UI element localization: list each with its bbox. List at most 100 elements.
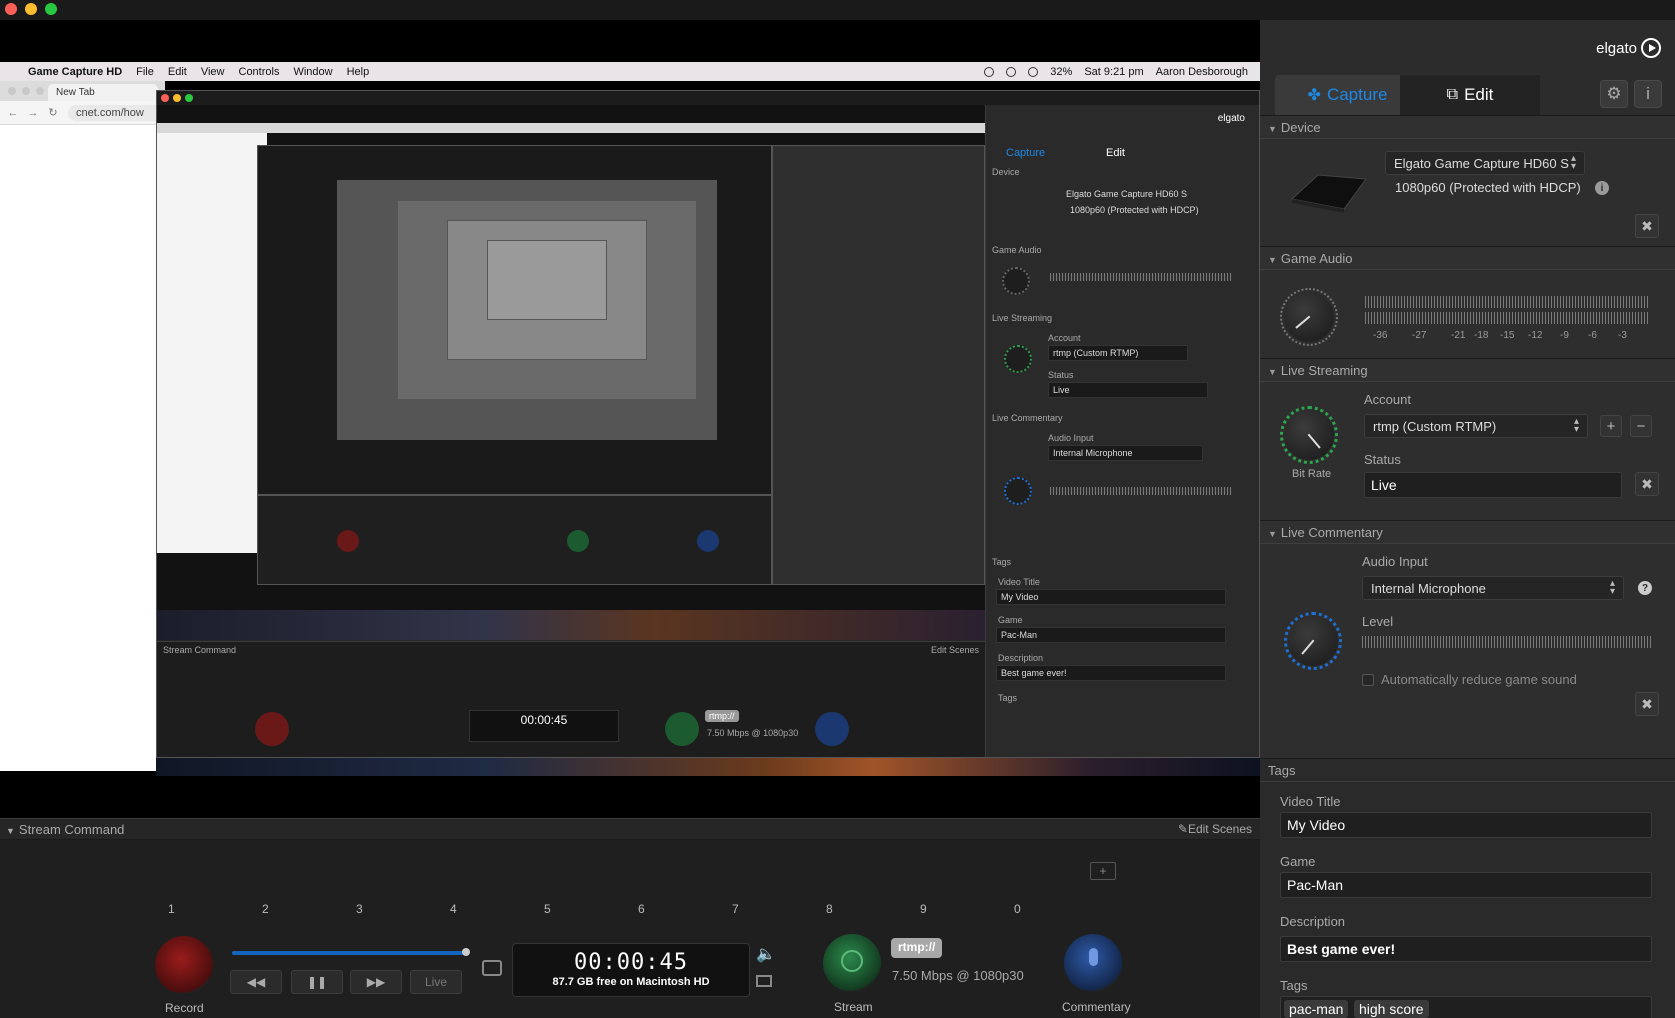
meter-scale-label: -18 xyxy=(1474,330,1489,341)
camera-icon[interactable] xyxy=(482,960,502,976)
display-icon[interactable] xyxy=(756,975,772,987)
close-window-button[interactable] xyxy=(5,3,17,15)
commentary-button[interactable] xyxy=(1064,934,1122,992)
bitrate-knob[interactable] xyxy=(1280,406,1338,464)
audio-input-select[interactable]: Internal Microphone ▴ ▾ xyxy=(1362,576,1624,600)
pencil-icon: ✎ xyxy=(1177,822,1188,836)
live-button[interactable]: Live xyxy=(410,970,462,994)
stream-command-header[interactable]: ▼ Stream Command ✎Edit Scenes xyxy=(0,818,1260,840)
tags-label: Tags xyxy=(1280,978,1308,993)
scene-number[interactable]: 3 xyxy=(356,902,363,916)
description-field[interactable]: Best game ever! xyxy=(1280,936,1652,962)
tag-chip[interactable]: pac-man xyxy=(1284,1000,1349,1018)
edit-scenes-label: Edit Scenes xyxy=(1187,822,1252,836)
scene-number[interactable]: 1 xyxy=(168,902,175,916)
info-icon: i xyxy=(1646,84,1650,103)
fast-forward-button[interactable]: ▶▶ xyxy=(350,970,402,994)
pause-button[interactable]: ❚❚ xyxy=(291,970,343,994)
tag-chip[interactable]: high score xyxy=(1354,1000,1429,1018)
info-icon[interactable]: i xyxy=(1595,181,1609,195)
tags-section: Video Title My Video Game Pac-Man Descri… xyxy=(1260,782,1675,1018)
info-button[interactable]: i xyxy=(1634,80,1662,108)
meter-scale-label: -6 xyxy=(1588,330,1597,341)
video-title-field[interactable]: My Video xyxy=(1280,812,1652,838)
scene-number[interactable]: 6 xyxy=(638,902,645,916)
zoom-window-button[interactable] xyxy=(45,3,57,15)
meter-scale-label: -27 xyxy=(1412,330,1427,341)
scene-number[interactable]: 2 xyxy=(262,902,269,916)
scene-number[interactable]: 5 xyxy=(544,902,551,916)
globe-icon xyxy=(841,950,863,972)
live-streaming-section-header[interactable]: ▼ Live Streaming xyxy=(1260,358,1675,382)
microphone-icon xyxy=(1089,948,1098,966)
scene-number[interactable]: 4 xyxy=(450,902,457,916)
add-account-button[interactable]: + xyxy=(1600,415,1622,437)
browser-url: cnet.com/how xyxy=(68,104,165,121)
game-audio-volume-knob[interactable] xyxy=(1280,288,1338,346)
stream-button[interactable] xyxy=(823,934,881,992)
add-scene-button[interactable]: + xyxy=(1090,862,1116,880)
meter-scale-label: -36 xyxy=(1373,330,1388,341)
minimize-window-button[interactable] xyxy=(25,3,37,15)
captured-app-name: Game Capture HD xyxy=(28,65,123,78)
game-audio-section-header[interactable]: ▼ Game Audio xyxy=(1260,246,1675,270)
scene-number[interactable]: 9 xyxy=(920,902,927,916)
tools-icon: ✖ xyxy=(1641,475,1653,492)
scene-number[interactable]: 7 xyxy=(732,902,739,916)
disclosure-triangle-icon: ▼ xyxy=(6,826,15,836)
auto-reduce-checkbox[interactable] xyxy=(1362,674,1374,686)
device-section: Elgato Game Capture HD60 S ▴ ▾ 1080p60 (P… xyxy=(1260,139,1675,246)
commentary-tools-button[interactable]: ✖ xyxy=(1635,692,1659,716)
device-tools-button[interactable]: ✖ xyxy=(1635,214,1659,238)
disclosure-triangle-icon: ▼ xyxy=(1268,529,1277,539)
commentary-volume-knob[interactable] xyxy=(1284,612,1342,670)
commentary-label: Commentary xyxy=(1062,1000,1131,1014)
bitrate-label: Bit Rate xyxy=(1292,468,1332,480)
live-commentary-header-label: Live Commentary xyxy=(1280,525,1383,540)
updown-arrows-icon: ▴ ▾ xyxy=(1609,578,1615,597)
tab-edit[interactable]: ⧉ Edit xyxy=(1400,75,1540,115)
rewind-button[interactable]: ◀◀ xyxy=(230,970,282,994)
game-field[interactable]: Pac-Man xyxy=(1280,872,1652,898)
audio-input-label: Audio Input xyxy=(1362,554,1428,569)
scene-number[interactable]: 8 xyxy=(826,902,833,916)
forward-icon: → xyxy=(27,106,39,119)
scrub-handle[interactable] xyxy=(462,948,470,956)
pause-icon: ❚❚ xyxy=(306,975,328,989)
captured-menu-view: View xyxy=(200,65,225,78)
free-space-text: 87.7 GB free on Macintosh HD xyxy=(552,976,710,988)
game-audio-header-label: Game Audio xyxy=(1280,251,1353,266)
speaker-icon[interactable]: 🔈 xyxy=(756,944,776,964)
remove-account-button[interactable]: − xyxy=(1630,415,1652,437)
device-select[interactable]: Elgato Game Capture HD60 S ▴ ▾ xyxy=(1385,151,1585,175)
scrub-progress-bar[interactable] xyxy=(232,951,464,955)
record-button[interactable] xyxy=(155,936,213,994)
meter-scale-label: -15 xyxy=(1500,330,1515,341)
account-label: Account xyxy=(1364,392,1411,407)
captured-menu-window: Window xyxy=(293,65,333,78)
streaming-tools-button[interactable]: ✖ xyxy=(1635,472,1659,496)
status-icon xyxy=(1028,66,1039,77)
account-select[interactable]: rtmp (Custom RTMP) ▴ ▾ xyxy=(1364,414,1588,438)
recursive-sidebar: elgato Capture Edit Device Elgato Game C… xyxy=(985,105,1259,757)
disclosure-triangle-icon: ▼ xyxy=(1268,367,1277,377)
captured-mac-menubar: Game Capture HD File Edit View Controls … xyxy=(0,62,1260,81)
timer-value: 00:00:45 xyxy=(574,950,688,975)
elgato-logo: elgato xyxy=(1596,38,1661,58)
device-section-header[interactable]: ▼ Device xyxy=(1260,115,1675,139)
capture-icon: ✤ xyxy=(1307,87,1321,104)
device-select-value: Elgato Game Capture HD60 S xyxy=(1394,156,1569,171)
disclosure-triangle-icon: ▼ xyxy=(1268,255,1277,265)
scene-number[interactable]: 0 xyxy=(1014,902,1021,916)
meter-scale-label: -21 xyxy=(1451,330,1466,341)
tab-capture[interactable]: ✤ Capture xyxy=(1275,75,1420,115)
recursive-app-capture: elgato Capture Edit Device Elgato Game C… xyxy=(156,90,1260,758)
settings-button[interactable]: ⚙ xyxy=(1600,80,1628,108)
live-commentary-section-header[interactable]: ▼ Live Commentary xyxy=(1260,520,1675,544)
meter-scale-label: -3 xyxy=(1618,330,1627,341)
status-label: Status xyxy=(1364,452,1401,467)
bitrate-readout: 7.50 Mbps @ 1080p30 xyxy=(892,968,1024,983)
help-icon[interactable]: ? xyxy=(1638,581,1652,595)
edit-scenes-button[interactable]: ✎Edit Scenes xyxy=(1178,822,1252,836)
window-titlebar xyxy=(0,0,1675,20)
